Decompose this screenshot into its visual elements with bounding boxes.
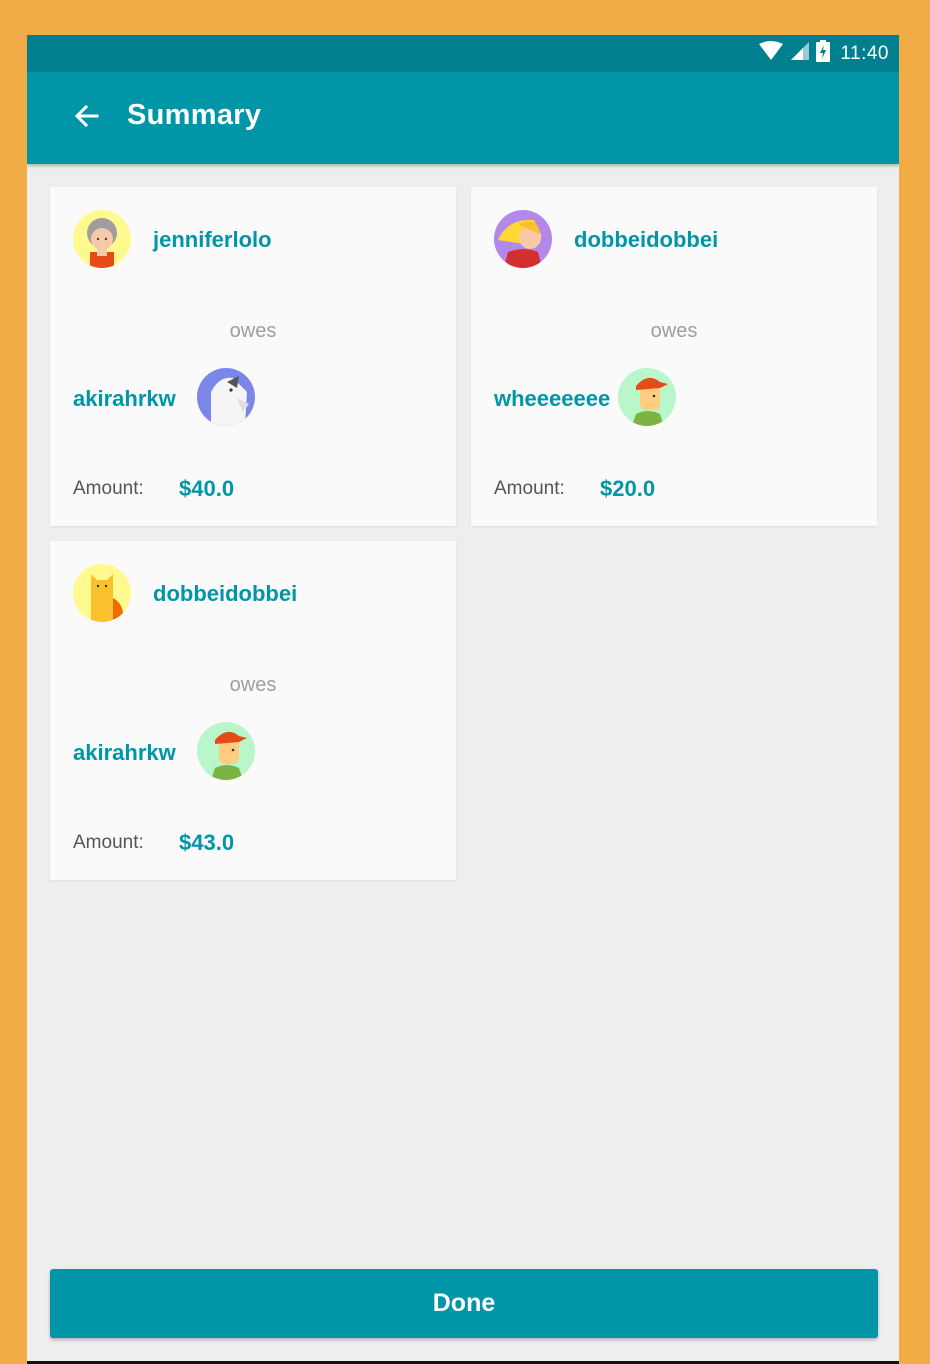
debt-card[interactable]: dobbeidobbei owes akirahrkw Amount: $43.… [50,541,456,880]
signal-icon [790,41,810,66]
creditor-name: wheeeeeee [494,386,611,411]
debt-card[interactable]: jenniferlolo owes akirahrkw Amount: $40.… [50,187,456,526]
cap-boy-avatar [197,722,255,780]
creditor-name: akirahrkw [73,386,176,411]
done-button[interactable]: Done [50,1269,878,1338]
grandma-avatar [73,210,131,268]
status-bar: 11:40 [27,35,899,72]
owes-label: owes [229,674,277,696]
status-icons: 11:40 [758,35,889,72]
app-screen: 11:40 Summary jenniferlolo owes akirahrk… [27,35,899,1364]
debt-card[interactable]: dobbeidobbei owes wheeeeeee Amount: $20.… [471,187,877,526]
amount-label: Amount: [73,832,144,853]
amount-value: $43.0 [179,830,235,855]
page-title: Summary [127,99,262,131]
amount-label: Amount: [73,478,144,499]
arrow-back-icon [73,102,101,135]
app-toolbar: Summary [27,72,899,164]
cat-avatar [73,564,131,622]
debtor-name: jenniferlolo [153,227,272,252]
owes-label: owes [650,320,698,342]
cap-boy-avatar [618,368,676,426]
back-button[interactable] [63,94,111,142]
creditor-name: akirahrkw [73,740,176,765]
dog-avatar [197,368,255,426]
battery-charging-icon [816,40,831,67]
wifi-icon [758,41,784,66]
amount-value: $40.0 [179,476,235,501]
owes-label: owes [229,320,277,342]
amount-value: $20.0 [600,476,656,501]
blonde-woman-avatar [494,210,552,268]
debtor-name: dobbeidobbei [153,581,298,606]
status-time: 11:40 [840,42,889,64]
amount-label: Amount: [494,478,565,499]
debtor-name: dobbeidobbei [574,227,719,252]
